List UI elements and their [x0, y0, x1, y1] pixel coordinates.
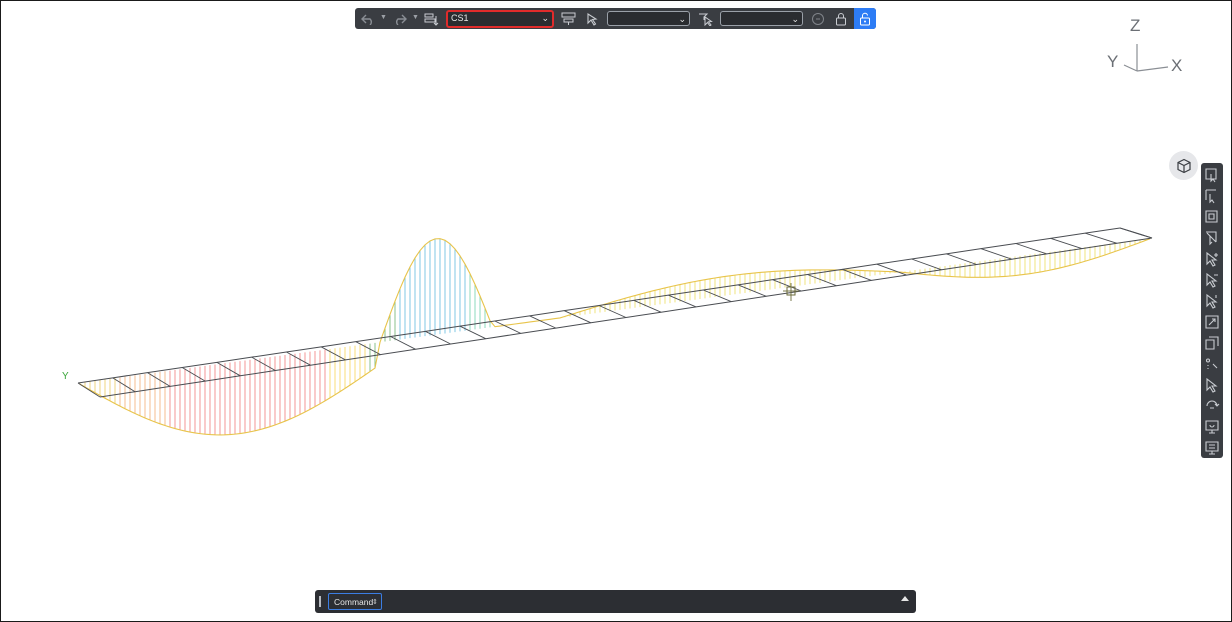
display-settings-button[interactable]	[1204, 440, 1220, 456]
comment-button[interactable]	[808, 8, 828, 29]
chevron-down-icon: ⌄	[678, 14, 686, 24]
select-axis-button[interactable]	[1204, 377, 1220, 393]
axis-triad: Z Y X	[1100, 14, 1190, 84]
cube-icon	[1176, 158, 1191, 173]
redo-icon	[396, 14, 407, 25]
undo-dropdown-icon[interactable]: ▼	[380, 14, 387, 21]
select-grid-button[interactable]	[1204, 356, 1220, 372]
rotate-button[interactable]	[1204, 398, 1220, 414]
axis-z-label: Z	[1130, 16, 1141, 35]
command-bar: Command ⇕	[315, 590, 916, 613]
load-case-select[interactable]: CS1 ⌄	[446, 10, 554, 28]
display-settings-icon	[1205, 441, 1219, 455]
comment-icon	[812, 12, 824, 25]
lock-icon	[836, 12, 846, 25]
load-case-button[interactable]	[422, 8, 442, 29]
result-display-icon	[561, 12, 575, 25]
lock-button[interactable]	[831, 8, 851, 29]
redo-dropdown-icon[interactable]: ▼	[412, 14, 419, 21]
select-minus-icon	[1206, 293, 1218, 309]
select-element-icon	[1205, 336, 1219, 350]
model-y-label: Y	[62, 371, 69, 382]
result-display-button[interactable]	[558, 8, 578, 29]
select-node-button[interactable]	[1204, 314, 1220, 330]
select-grid-icon	[1206, 358, 1218, 369]
main-toolbar: ▼ ▼ CS1 ⌄ ⌄ ⌄	[355, 8, 876, 29]
command-select-label: Command	[334, 597, 374, 607]
unlock-button[interactable]	[854, 8, 876, 29]
select-box-cross-button[interactable]	[1204, 230, 1220, 246]
display-icon	[1205, 420, 1219, 434]
select-box-cross-icon	[1206, 231, 1217, 246]
select-pointer-icon	[1206, 251, 1218, 267]
select-box-icon	[1205, 210, 1218, 223]
select-cross-icon	[1205, 189, 1216, 204]
rotate-icon	[1206, 400, 1220, 409]
diagram-envelope	[79, 238, 1151, 436]
axis-y-label: Y	[1107, 52, 1119, 71]
selection-toolbar	[1201, 163, 1223, 458]
load-case-select-value: CS1	[451, 13, 469, 23]
model-diagram	[77, 227, 1153, 436]
unlock-icon	[860, 12, 870, 25]
pick-pointer-button[interactable]	[582, 8, 602, 29]
select-element-button[interactable]	[1204, 335, 1220, 351]
select-axis-icon	[1206, 377, 1218, 393]
undo-icon	[361, 14, 372, 25]
drag-handle-icon[interactable]	[319, 596, 321, 607]
type-select[interactable]: ⌄	[720, 11, 803, 26]
select-cross-button[interactable]	[1204, 188, 1220, 204]
select-window-button[interactable]	[1204, 167, 1220, 183]
select-node-icon	[1205, 315, 1219, 329]
filter-pointer-icon	[698, 13, 713, 26]
load-case-icon	[424, 13, 439, 26]
pointer-icon	[587, 12, 598, 26]
select-pointer-button[interactable]	[1204, 251, 1220, 267]
redo-button[interactable]	[390, 8, 410, 29]
updown-icon: ⇕	[372, 599, 378, 606]
axis-x-label: X	[1171, 56, 1183, 75]
component-select[interactable]: ⌄	[607, 11, 690, 26]
select-plus-icon	[1206, 272, 1218, 288]
select-window-icon	[1205, 168, 1217, 183]
support-right	[1119, 227, 1153, 239]
view-cube-button[interactable]	[1169, 151, 1198, 180]
command-select[interactable]: Command ⇕	[328, 593, 382, 610]
select-plus-button[interactable]	[1204, 272, 1220, 288]
undo-button[interactable]	[358, 8, 378, 29]
expand-up-icon[interactable]	[901, 596, 909, 601]
filter-pointer-button[interactable]	[695, 8, 715, 29]
select-box-button[interactable]	[1204, 209, 1220, 225]
select-minus-button[interactable]	[1204, 293, 1220, 309]
chevron-down-icon: ⌄	[791, 14, 799, 24]
chevron-down-icon: ⌄	[541, 13, 549, 23]
display-button[interactable]	[1204, 419, 1220, 435]
